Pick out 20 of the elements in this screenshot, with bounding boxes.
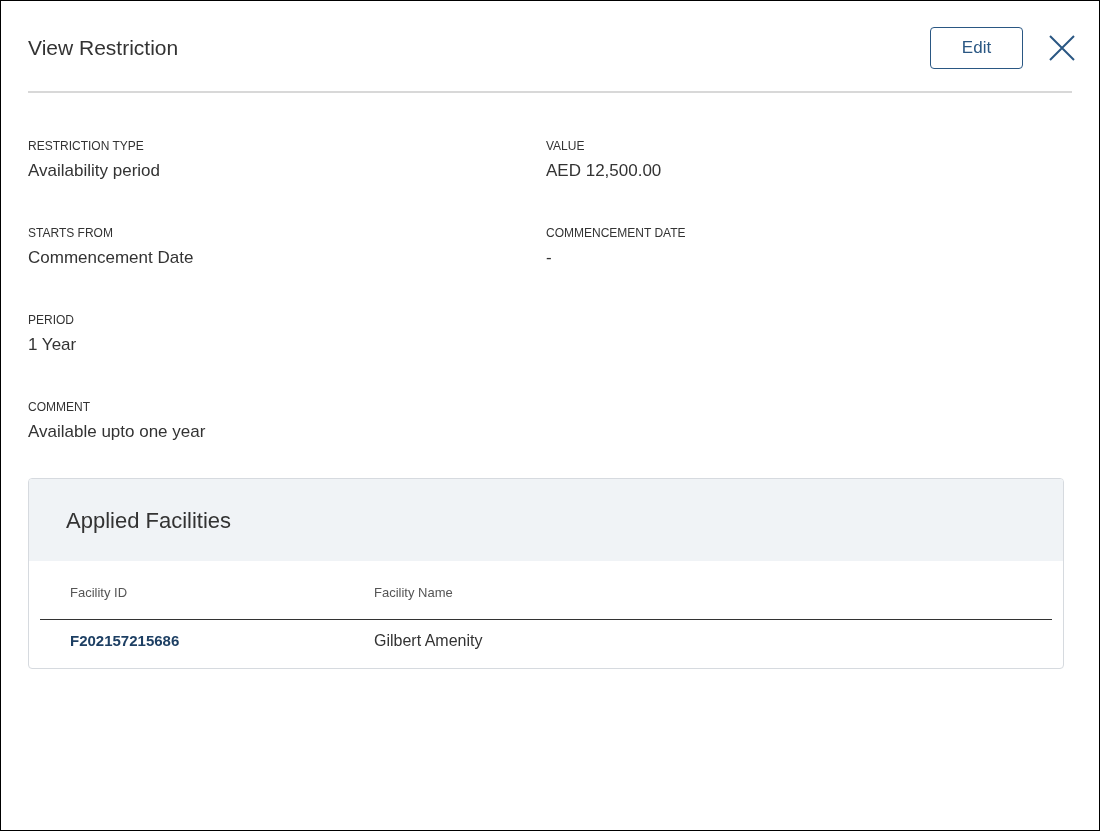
dialog-title: View Restriction bbox=[28, 35, 179, 62]
field-label: RESTRICTION TYPE bbox=[28, 139, 145, 153]
field-value: AED 12,500.00 bbox=[546, 160, 663, 182]
field-label: STARTS FROM bbox=[28, 226, 114, 240]
field-label: COMMENCEMENT DATE bbox=[546, 226, 687, 240]
card-title: Applied Facilities bbox=[66, 506, 232, 535]
column-header: Facility Name bbox=[374, 584, 454, 603]
field-value: - bbox=[546, 247, 553, 269]
field-value: Availability period bbox=[28, 160, 161, 182]
field-value: 1 Year bbox=[28, 334, 78, 356]
close-icon[interactable] bbox=[1049, 35, 1075, 61]
field-label: VALUE bbox=[546, 139, 586, 153]
facility-id-link[interactable]: F202157215686 bbox=[70, 629, 180, 653]
column-header: Facility ID bbox=[70, 584, 129, 603]
edit-button[interactable]: Edit bbox=[930, 27, 1023, 69]
field-value: Available upto one year bbox=[28, 421, 207, 443]
table-cell-text: Gilbert Amenity bbox=[374, 631, 484, 651]
field-label: PERIOD bbox=[28, 313, 75, 327]
field-label: COMMENT bbox=[28, 400, 91, 414]
field-value: Commencement Date bbox=[28, 247, 195, 269]
